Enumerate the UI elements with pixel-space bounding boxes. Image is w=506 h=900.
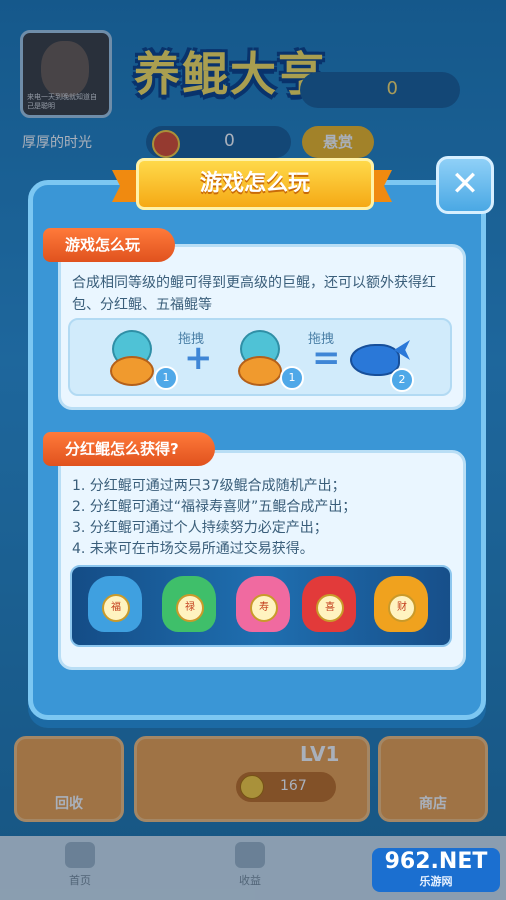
site-watermark: 962.NET 乐游网 (372, 848, 500, 892)
level-badge-b: 1 (280, 366, 304, 390)
close-button[interactable]: ✕ (436, 156, 494, 214)
fish-xi-char: 喜 (316, 594, 344, 622)
level-badge-a: 1 (154, 366, 178, 390)
section2-tag: 分红鲲怎么获得? (43, 432, 215, 466)
list-item: 4. 未来可在市场交易所通过交易获得。 (72, 541, 314, 557)
equals-sign: = (312, 338, 341, 378)
list-item: 2. 分红鲲可通过“福禄寿喜财”五鲲合成产出； (72, 499, 357, 515)
fish-egg (110, 356, 154, 386)
fish-lu-char: 禄 (176, 594, 204, 622)
list-item: 3. 分红鲲可通过个人持续努力必定产出； (72, 520, 328, 536)
modal-title: 游戏怎么玩 (136, 158, 374, 210)
fish-shou: 寿 (236, 576, 290, 632)
fish-shou-char: 寿 (250, 594, 278, 622)
fish-cai-char: 财 (388, 594, 416, 622)
section1-tag: 游戏怎么玩 (43, 228, 175, 262)
level-badge-result: 2 (390, 368, 414, 392)
section1-text: 合成相同等级的鲲可得到更高级的巨鲲，还可以额外获得红包、分红鲲、五福鲲等 (72, 275, 436, 313)
fish-xi: 喜 (302, 576, 356, 632)
fish-lu: 禄 (162, 576, 216, 632)
fish-level1-b (236, 330, 282, 386)
plus-sign: + (184, 338, 213, 378)
watermark-brand: 962.NET (384, 849, 488, 874)
watermark-sub: 乐游网 (419, 875, 453, 888)
list-item: 1. 分红鲲可通过两只37级鲲合成随机产出； (72, 478, 346, 494)
fish-fu-char: 福 (102, 594, 130, 622)
fish-egg (238, 356, 282, 386)
fish-fu: 福 (88, 576, 142, 632)
fish-level1-a (108, 330, 154, 386)
fish-cai: 财 (374, 576, 428, 632)
dividend-list: 1. 分红鲲可通过两只37级鲲合成随机产出； 2. 分红鲲可通过“福禄寿喜财”五… (72, 476, 356, 560)
modal-title-banner: 游戏怎么玩 (112, 158, 392, 210)
